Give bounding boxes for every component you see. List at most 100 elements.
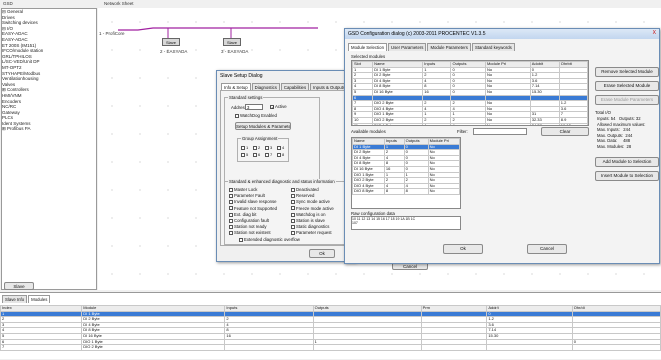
gsd-config-dialog: GSD Configuration dialog (c) 2003-2011 P… (344, 28, 660, 264)
diag-flag-label: Parameter request (296, 230, 332, 236)
bottom-panel: Slave Info Modules Index Module Inputs Outpu… (0, 292, 661, 359)
diag-flag: Parameter request (291, 230, 334, 236)
bottom-tab[interactable]: Modules (28, 295, 51, 303)
slave-node-2-label: 2 - EASYADA (160, 49, 188, 54)
diag-flag-label: Feature not Supported (234, 205, 277, 211)
table-cell (571, 344, 661, 351)
group-assignment: Group Assignment 1 2 3 4 5 6 7 8 (237, 136, 289, 162)
tree-item[interactable]: ⊞ Profibus PA (2, 126, 96, 132)
table-cell: DIO 2 Byte (81, 344, 226, 351)
table-cell: No (484, 122, 531, 125)
watchdog-checkbox[interactable] (235, 113, 239, 118)
gsd-tab[interactable]: Module Selection (348, 43, 387, 51)
add-module-button[interactable]: Add Module to Selection (595, 157, 659, 167)
module-row[interactable]: 7 DIO 2 Byte (0, 344, 661, 351)
diag-flag: Station not existent (229, 230, 277, 236)
group-checkbox[interactable]: 2 (253, 144, 265, 151)
slave-node-3-label: 3 - EASYADA (221, 49, 249, 54)
selected-modules-table[interactable]: Slot Name Inputs Outputs Module Pri Adobit Ohr… (351, 60, 589, 126)
diag-flag-label: Static diagnostics (296, 224, 330, 230)
totals-label: Total I/O (595, 110, 611, 115)
remove-module-button[interactable]: Remove Selected Module (595, 67, 659, 77)
diag-flag-label: Sync mode active (296, 199, 330, 205)
group-label: 5 (246, 152, 249, 157)
erase-params-button[interactable]: Erase Module Parameters (595, 95, 659, 105)
diag-flag-label: Reserved (296, 193, 315, 199)
ext-overflow-label: Extended diagnostic overflow (244, 237, 300, 242)
diag-group: Standard & enhanced diagnostic and statu… (224, 179, 352, 245)
bottom-tabs: Slave Info Modules (2, 295, 51, 303)
table-cell: 4 (422, 122, 452, 125)
gsd-tab[interactable]: User Parameters (387, 43, 427, 51)
diag-flag-label: Invalid slave response (234, 199, 277, 205)
group-label: 1 (246, 145, 249, 150)
group-label: 7 (270, 152, 273, 157)
available-module-row[interactable]: DIO 8 Byte 8 8 No (352, 188, 460, 195)
ext-overflow-checkbox[interactable] (239, 237, 243, 242)
watchdog-label: WatchDog Enabled (240, 113, 277, 118)
group-label: 2 (258, 145, 261, 150)
gsd-ok-button[interactable]: Ok (443, 244, 483, 254)
diag-flag-label: Watchdog is on (296, 211, 326, 217)
slave-node-2[interactable]: Slave (162, 38, 180, 46)
slave-button[interactable]: Slave (4, 282, 34, 290)
table-cell: 8 (403, 188, 429, 195)
diag-label: Standard & enhanced diagnostic and statu… (228, 179, 336, 184)
table-cell (312, 344, 422, 351)
table-cell: 10.13 (558, 122, 588, 125)
address-select[interactable]: 3 (245, 104, 263, 110)
group-checkbox[interactable]: 6 (253, 151, 265, 158)
slave-node-3[interactable]: Slave (223, 38, 241, 46)
group-assignment-label: Group Assignment (241, 136, 279, 141)
erase-module-button[interactable]: Erase Selected Module (595, 81, 659, 91)
diag-flag-label: Deactivated (296, 187, 319, 192)
table-cell: 34.37 (529, 122, 560, 125)
insert-module-button[interactable]: Insert Module to Selection (595, 171, 659, 181)
group-label: 6 (258, 152, 261, 157)
group-checkbox[interactable]: 5 (241, 151, 253, 158)
table-cell: 8 (383, 188, 405, 195)
diag-flag-label: Configuration fault (234, 218, 269, 224)
gsd-tab[interactable]: Module Parameters (427, 43, 471, 51)
group-checkbox[interactable]: 4 (277, 144, 289, 151)
table-cell (224, 344, 314, 351)
table-cell: No (427, 188, 460, 195)
table-cell: 7 (0, 344, 83, 351)
totals-line: Inputs: 54 Outputs: 32 (597, 116, 641, 121)
table-cell: DIO 8 Byte (352, 188, 385, 195)
selected-module-row[interactable]: 11 DIO 4 Byte 4 4 No 34.37 10.13 (352, 122, 588, 125)
filter-label: Filter: (457, 129, 468, 134)
table-cell (486, 344, 573, 351)
diag-flag-label: Station not existent (234, 230, 271, 236)
diag-flag-label: Freeze mode active (296, 205, 334, 211)
raw-config-input: 107 (352, 221, 358, 225)
filter-input[interactable] (473, 128, 527, 135)
group-label: 3 (270, 145, 273, 150)
left-panel-header: GSD (3, 1, 13, 6)
raw-config-data[interactable]: 10 11 12 13 14 15 16 17 18 19 1A 1B 1C 1… (351, 216, 461, 230)
gsd-cancel-button[interactable]: Cancel (527, 244, 567, 254)
clear-button[interactable]: Clear (541, 127, 589, 136)
close-icon[interactable]: X (653, 30, 656, 36)
group-checkbox[interactable]: 8 (277, 151, 289, 158)
group-checkbox[interactable]: 3 (265, 144, 277, 151)
slave-setup-dialog: Slave Setup Dialog Info & Setup Diagnosti… (216, 70, 356, 262)
diag-flag-label: Master Lock (234, 187, 258, 192)
group-checkbox[interactable]: 1 (241, 144, 253, 151)
bottom-tab[interactable]: Slave Info (2, 295, 28, 303)
available-modules-table[interactable]: Name Inputs Outputs Module Pri DI 1 Byte 1 0 No… (351, 137, 461, 209)
diag-flag-label: Ext. diag bit (234, 211, 257, 217)
group-checkbox[interactable]: 7 (265, 151, 277, 158)
table-cell: 4 (450, 122, 486, 125)
setup-modules-button[interactable]: Setup Modules & Parameters (235, 122, 291, 130)
table-cell (420, 344, 488, 351)
active-checkbox[interactable]: ✓ (270, 104, 275, 110)
diag-flag-label: Station is slave (296, 218, 325, 224)
dialog-title: Slave Setup Dialog (220, 73, 263, 79)
gsd-tab[interactable]: Standard keywords (471, 43, 515, 51)
setup-ok-button[interactable]: Ok (309, 249, 335, 258)
device-tree[interactable]: ⊟ General Drives Switching devices ⊟ I/O … (1, 8, 97, 290)
modules-table[interactable]: Index Module Inputs Outputs Prm Addr/i Ohr/di 1… (0, 305, 661, 360)
network-sheet-tab[interactable]: Network Sheet (104, 1, 134, 6)
selected-modules-label: Selected modules (351, 54, 386, 59)
